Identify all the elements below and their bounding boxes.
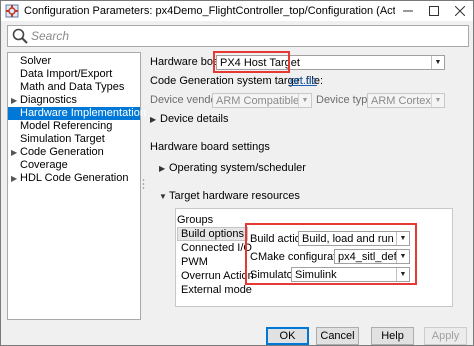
target-resources-toggle[interactable]: ▼ Target hardware resources: [159, 190, 300, 202]
search-icon: [12, 28, 28, 44]
expand-arrow-icon: ▶: [150, 115, 157, 124]
chevron-down-icon: ▼: [431, 94, 444, 107]
group-overrun-action[interactable]: Overrun Action: [181, 270, 254, 282]
board-settings-heading: Hardware board settings: [150, 141, 270, 153]
config-parameters-window: Configuration Parameters: px4Demo_Flight…: [0, 0, 474, 346]
title-bar: Configuration Parameters: px4Demo_Flight…: [1, 1, 473, 21]
settings-icon: [5, 4, 19, 18]
tree-item-label: Diagnostics: [20, 94, 77, 106]
help-button[interactable]: Help: [371, 327, 414, 345]
tree-item-label: HDL Code Generation: [20, 172, 129, 184]
tree-item-label: Solver: [20, 55, 52, 67]
target-resources-label: Target hardware resources: [169, 190, 300, 202]
device-vendor-dropdown: ARM Compatible ▼: [212, 93, 312, 108]
os-scheduler-toggle[interactable]: ▶ Operating system/scheduler: [159, 162, 306, 174]
tree-item-hardware-implementation[interactable]: Hardware Implementation: [8, 107, 146, 120]
device-type-value: ARM Cortex: [371, 94, 431, 107]
device-vendor-value: ARM Compatible: [216, 94, 298, 107]
tree-item-label: Data Import/Export: [20, 68, 113, 80]
system-target-link[interactable]: ert.tlc: [290, 75, 317, 87]
search-input[interactable]: [29, 27, 468, 45]
search-box: [7, 25, 469, 47]
category-tree: Solver Data Import/Export Math and Data …: [7, 52, 146, 320]
highlight-box-build-options: [245, 223, 417, 285]
device-type-dropdown: ARM Cortex ▼: [367, 93, 445, 108]
highlight-box-hardware-board: [213, 51, 290, 73]
tree-item-data-import-export[interactable]: Data Import/Export: [8, 68, 140, 81]
tree-item-label: Coverage: [20, 159, 68, 171]
expand-arrow-icon[interactable]: ▶: [11, 94, 20, 107]
device-details-label: Device details: [160, 113, 229, 125]
maximize-icon[interactable]: [421, 1, 447, 21]
apply-button[interactable]: Apply: [424, 327, 467, 345]
tree-item-math-and-data-types[interactable]: Math and Data Types: [8, 81, 140, 94]
chevron-down-icon: ▼: [298, 94, 311, 107]
group-pwm[interactable]: PWM: [181, 256, 208, 268]
close-icon[interactable]: [447, 1, 473, 21]
tree-item-coverage[interactable]: Coverage: [8, 159, 140, 172]
cancel-button[interactable]: Cancel: [316, 327, 359, 345]
group-build-options[interactable]: Build options: [177, 227, 248, 241]
tree-item-model-referencing[interactable]: Model Referencing: [8, 120, 140, 133]
os-scheduler-label: Operating system/scheduler: [169, 162, 306, 174]
tree-item-solver[interactable]: Solver: [8, 55, 140, 68]
tree-item-label: Code Generation: [20, 146, 104, 158]
tree-item-label: Model Referencing: [20, 120, 113, 132]
pane-splitter[interactable]: [142, 52, 145, 320]
group-connected-io[interactable]: Connected I/O: [181, 242, 252, 254]
collapse-arrow-icon: ▼: [159, 192, 167, 201]
expand-arrow-icon: ▶: [159, 164, 166, 173]
tree-item-label: Hardware Implementation: [20, 107, 146, 119]
groups-heading: Groups: [177, 214, 214, 226]
minimize-icon[interactable]: [395, 1, 421, 21]
window-title: Configuration Parameters: px4Demo_Flight…: [24, 5, 395, 17]
ok-button[interactable]: OK: [266, 327, 309, 345]
tree-item-code-generation[interactable]: ▶ Code Generation: [8, 146, 140, 159]
tree-item-label: Math and Data Types: [20, 81, 125, 93]
group-external-mode[interactable]: External mode: [181, 284, 252, 296]
expand-arrow-icon[interactable]: ▶: [11, 172, 20, 185]
device-details-toggle[interactable]: ▶ Device details: [150, 113, 228, 125]
tree-item-label: Simulation Target: [20, 133, 105, 145]
chevron-down-icon: ▼: [431, 56, 444, 69]
tree-item-diagnostics[interactable]: ▶ Diagnostics: [8, 94, 140, 107]
tree-item-simulation-target[interactable]: Simulation Target: [8, 133, 140, 146]
tree-item-hdl-code-generation[interactable]: ▶ HDL Code Generation: [8, 172, 140, 185]
expand-arrow-icon[interactable]: ▶: [11, 146, 20, 159]
